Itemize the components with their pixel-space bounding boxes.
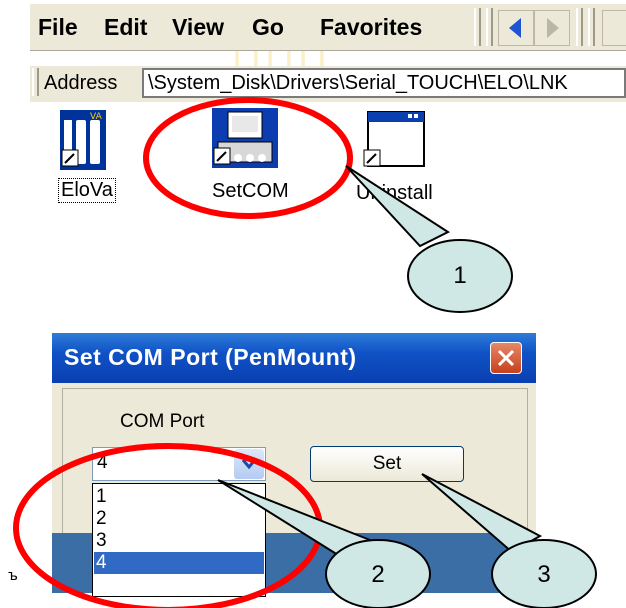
annotation-overlay <box>13 97 597 608</box>
callout-pointer <box>345 165 451 248</box>
callout-pointer <box>421 473 543 554</box>
callout-label-2: 2 <box>371 561 385 588</box>
highlight-ellipse <box>143 97 353 219</box>
highlight-ellipse <box>13 443 323 608</box>
stray-glyph: ъ <box>8 568 18 584</box>
callout-label-3: 3 <box>537 561 551 588</box>
callout-label-1: 1 <box>453 262 467 289</box>
